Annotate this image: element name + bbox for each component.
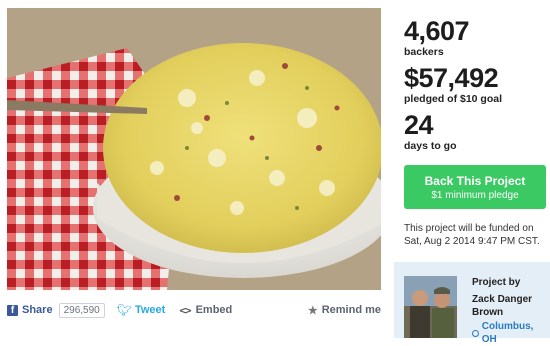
back-button-subtitle: $1 minimum pledge — [431, 190, 519, 201]
share-bar: f Share 296,590 🐦︎ Tweet <> Embed ★ Remi… — [7, 298, 381, 322]
remind-me-link[interactable]: ★ Remind me — [308, 304, 381, 317]
project-hero-image[interactable] — [7, 8, 381, 290]
twitter-bird-icon[interactable]: 🐦︎ — [117, 303, 132, 317]
creator-name[interactable]: Zack Danger Brown — [472, 293, 548, 319]
code-brackets-icon[interactable]: <> — [179, 304, 191, 317]
project-by-heading: Project by — [472, 277, 521, 288]
embed-link[interactable]: Embed — [196, 304, 233, 316]
creator-info: Project by Zack Danger Brown Columbus, O… — [472, 276, 548, 346]
funding-note-line1: This project will be funded on — [404, 223, 534, 234]
map-pin-icon — [472, 329, 479, 337]
creator-location-link[interactable]: Columbus, OH — [472, 320, 548, 346]
star-icon: ★ — [307, 304, 318, 317]
creator-location: Columbus, OH — [481, 321, 534, 345]
creator-card: Project by Zack Danger Brown Columbus, O… — [394, 262, 550, 345]
funding-note: This project will be funded on Sat, Aug … — [404, 222, 550, 248]
facebook-icon[interactable]: f — [7, 304, 18, 316]
potato-salad-photo — [7, 8, 381, 290]
facebook-share-link[interactable]: Share — [22, 304, 53, 316]
pledged-amount: $57,492 — [404, 63, 499, 93]
back-button-title: Back This Project — [424, 174, 526, 188]
funding-note-line2: Sat, Aug 2 2014 9:47 PM CST. — [404, 236, 540, 247]
back-this-project-button[interactable]: Back This Project $1 minimum pledge — [404, 165, 546, 209]
project-stats: 4,607 backers $57,492 pledged of $10 goa… — [404, 18, 546, 159]
remind-me-label: Remind me — [321, 304, 381, 316]
backers-count: 4,607 — [404, 16, 470, 46]
share-count: 296,590 — [58, 302, 105, 318]
tweet-link[interactable]: Tweet — [135, 304, 165, 316]
creator-avatar[interactable] — [404, 276, 457, 338]
days-to-go-label: days to go — [404, 140, 457, 152]
pledged-label: pledged of $10 goal — [404, 93, 503, 105]
backers-label: backers — [404, 46, 444, 58]
days-to-go-count: 24 — [404, 110, 434, 140]
